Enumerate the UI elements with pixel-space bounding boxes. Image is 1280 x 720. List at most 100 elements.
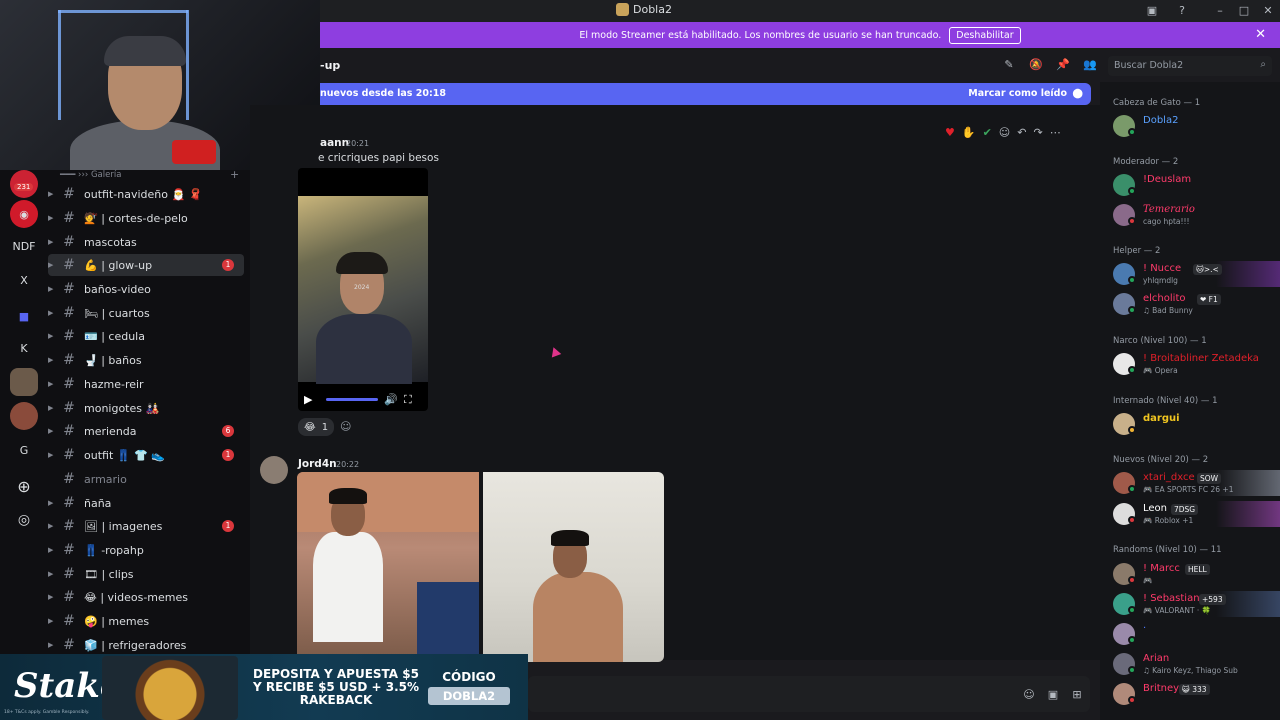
channel-list: ━━━ ››› Galería + ▶ # outfit-navideño 🎅 🧣 …	[48, 168, 250, 660]
minimize-button[interactable]: –	[1212, 4, 1228, 18]
add-reaction-icon[interactable]: ☺	[340, 420, 351, 433]
channel-item[interactable]: ▶ # monigotes 🎎	[48, 397, 244, 419]
channel-item[interactable]: ▶ # 😂 | videos-memes	[48, 586, 244, 608]
message-composer[interactable]	[528, 676, 1090, 712]
channel-item[interactable]: ▶ # 🎞 | clips	[48, 563, 244, 585]
channel-item[interactable]: ▶ # 🪪 | cedula	[48, 325, 244, 347]
reaction-laugh[interactable]: 😂 1	[298, 418, 335, 436]
server-g[interactable]: G	[10, 436, 38, 464]
channel-item[interactable]: ▶ # 🛏 | cuartos	[48, 302, 244, 324]
channel-item[interactable]: ▶ # outfit 👖 👕 👟 1	[48, 444, 244, 466]
avatar[interactable]	[260, 456, 288, 484]
channel-item[interactable]: ▶ # mascotas	[48, 231, 244, 253]
pin-icon[interactable]: 📌	[1056, 58, 1070, 72]
add-channel-icon[interactable]: +	[230, 168, 239, 181]
members-icon[interactable]: 👥	[1083, 58, 1097, 72]
server-avatar[interactable]	[10, 368, 38, 396]
channel-item[interactable]: ▶ # outfit-navideño 🎅 🧣	[48, 183, 244, 205]
member-item[interactable]: Dobla2	[1113, 113, 1273, 139]
mark-read-button[interactable]: Marcar como leído	[968, 88, 1067, 99]
server-k[interactable]: K	[10, 334, 38, 362]
channel-name: 💇 | cortes-de-pelo	[84, 211, 188, 225]
channel-item[interactable]: ▶ # merienda 6	[48, 420, 244, 442]
message-timestamp: 20:22	[336, 460, 360, 469]
image-icon[interactable]: ▣	[1046, 688, 1060, 702]
message-author[interactable]: Jord4n	[298, 458, 337, 470]
message-author[interactable]: aann	[320, 137, 349, 149]
channel-item[interactable]: ▶ # 💇 | cortes-de-pelo	[48, 207, 244, 229]
member-item[interactable]: Leon 7DSG 🎮 Roblox +1	[1113, 501, 1280, 527]
unread-badge: 1	[222, 520, 234, 532]
threads-icon[interactable]: ✎	[1002, 58, 1016, 72]
channel-item[interactable]: ▶ # 👖 -ropahp	[48, 539, 244, 561]
member-name: Arian	[1143, 653, 1170, 664]
help-icon[interactable]: ?	[1174, 4, 1190, 18]
member-status: 🎮	[1143, 576, 1153, 585]
member-item[interactable]: dargui	[1113, 411, 1273, 437]
emoji-icon[interactable]: ☺	[1022, 688, 1036, 702]
member-item[interactable]: !Deuslam	[1113, 172, 1273, 198]
disable-streamer-button[interactable]: Deshabilitar	[949, 26, 1021, 44]
notification-bell-icon[interactable]: 🔕	[1029, 58, 1043, 72]
reply-icon[interactable]: ↶	[1017, 126, 1026, 142]
member-item[interactable]: ! Marcc HELL 🎮	[1113, 561, 1273, 587]
member-name: ! Marcc	[1143, 563, 1180, 574]
channel-item[interactable]: ▶ # 🧊 | refrigeradores	[48, 634, 244, 656]
search-input[interactable]: Buscar Dobla2 ⌕	[1108, 56, 1272, 76]
video-person-shirt	[316, 314, 412, 384]
fire-reaction-icon[interactable]: ✋	[962, 126, 976, 142]
member-item[interactable]: elcholito ❤ F1 ♫ Bad Bunny	[1113, 291, 1273, 317]
close-window-button[interactable]: ✕	[1260, 4, 1276, 18]
channel-item[interactable]: ▶ # baños-video	[48, 278, 244, 300]
fullscreen-icon[interactable]: ⛶	[404, 393, 412, 407]
chevron-right-icon: ▶	[48, 332, 54, 340]
add-reaction-icon[interactable]: ☺	[999, 126, 1010, 142]
video-embed[interactable]: 2024 ▶ 🔊 ⛶	[298, 168, 428, 411]
play-icon[interactable]: ▶	[304, 393, 312, 406]
member-item[interactable]: ! Broitabliner Zetadeka 🎮 Opera	[1113, 351, 1273, 377]
check-reaction-icon[interactable]: ✔	[983, 126, 992, 142]
hash-icon: #	[63, 447, 75, 463]
spiderman-server-icon[interactable]: ◉	[10, 200, 38, 228]
channel-item[interactable]: ▶ # ñaña	[48, 492, 244, 514]
member-item[interactable]: xtari_dxce SOW 🎮 EA SPORTS FC 26 +1	[1113, 470, 1280, 496]
server-avatar[interactable]	[10, 402, 38, 430]
member-item[interactable]: ! Sebastian +593 🎮 VALORANT · 🍀	[1113, 591, 1280, 617]
heart-reaction-icon[interactable]: ♥	[945, 126, 955, 142]
channel-item-selected[interactable]: ▶ # 💪 | glow-up 1	[48, 254, 244, 276]
volume-icon[interactable]: 🔊	[384, 393, 398, 406]
close-banner-icon[interactable]: ✕	[1255, 27, 1266, 42]
add-server-icon[interactable]: ⊕	[10, 472, 38, 500]
member-item[interactable]: ·	[1113, 621, 1273, 647]
server-x[interactable]: X	[10, 266, 38, 294]
member-tag: 😺 333	[1179, 684, 1210, 695]
channel-item[interactable]: ▶ # hazme-reir	[48, 373, 244, 395]
image-attachment[interactable]	[483, 472, 664, 662]
apps-icon[interactable]: ⊞	[1070, 688, 1084, 702]
status-dot	[1128, 636, 1136, 644]
forward-icon[interactable]: ↷	[1033, 126, 1042, 142]
channel-item[interactable]: ▶ # 🚽 | baños	[48, 349, 244, 371]
channel-item[interactable]: # armario	[48, 468, 244, 490]
channel-name: 🤪 | memes	[84, 614, 150, 628]
member-item[interactable]: ! Nucce 🐱>.< yhlqmdlg	[1113, 261, 1280, 287]
more-options-icon[interactable]: ⋯	[1050, 126, 1061, 142]
channel-item[interactable]: ▶ # 🤪 | memes	[48, 610, 244, 632]
image-attachment[interactable]	[297, 472, 479, 662]
folder-icon[interactable]: ■	[10, 302, 38, 330]
maximize-button[interactable]: □	[1236, 4, 1252, 18]
discover-icon[interactable]: ◎	[10, 506, 38, 534]
new-messages-bar[interactable]: nuevos desde las 20:18 Marcar como leído…	[320, 83, 1091, 105]
member-item[interactable]: Arian ♫ Kairo Keyz, Thiago Sub	[1113, 651, 1273, 677]
video-progress[interactable]	[326, 398, 378, 401]
banner-text: El modo Streamer está habilitado. Los no…	[579, 29, 942, 41]
chevron-right-icon: ▶	[48, 238, 54, 246]
chevron-right-icon: ▶	[48, 356, 54, 364]
member-item[interactable]: Britney 😺 333	[1113, 681, 1273, 707]
member-item[interactable]: Temerario cago hpta!!!	[1113, 202, 1273, 228]
category-galeria[interactable]: ━━━ ››› Galería	[60, 170, 121, 180]
chevron-right-icon: ▶	[48, 261, 54, 269]
server-ndf[interactable]: NDF	[10, 232, 38, 260]
channel-item[interactable]: ▶ # 🖼 | imagenes 1	[48, 515, 244, 537]
inbox-icon[interactable]: ▣	[1144, 4, 1160, 18]
